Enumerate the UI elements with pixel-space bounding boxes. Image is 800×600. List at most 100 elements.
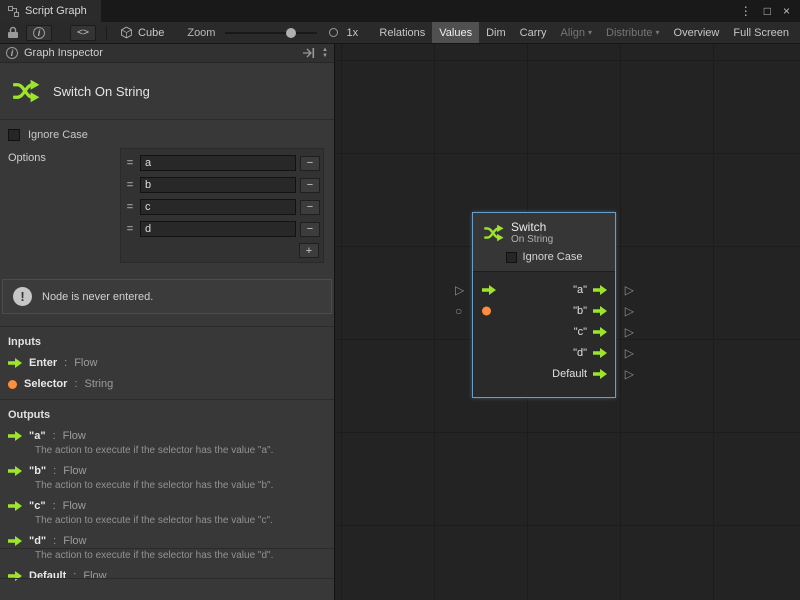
option-row: = − [124, 196, 320, 218]
node-ports: ▷ "a" ▷ ○ "b" ▷ [473, 271, 615, 397]
remove-option-button[interactable]: − [300, 178, 320, 193]
output-port-b[interactable]: "b" [573, 305, 607, 317]
drag-handle-icon[interactable]: = [124, 201, 136, 213]
info-icon: i [6, 47, 18, 59]
output-connector-default[interactable]: ▷ [625, 368, 634, 380]
script-graph-icon [8, 6, 19, 17]
node-ignore-case-label: Ignore Case [523, 251, 583, 263]
tab-label: Script Graph [25, 5, 87, 17]
graph-canvas[interactable]: Switch On String Ignore Case ▷ "a" ▷ [336, 44, 800, 600]
fullscreen-button[interactable]: Full Screen [726, 22, 796, 43]
output-entry-a: "a" : Flow [8, 430, 326, 442]
page-title: Switch On String [53, 84, 150, 99]
graph-inspector-title: Graph Inspector [24, 47, 103, 59]
node-ignore-case-checkbox[interactable] [506, 252, 517, 263]
values-button[interactable]: Values [432, 22, 479, 43]
zoom-value: 1x [346, 27, 358, 39]
ignore-case-row: Ignore Case [0, 120, 334, 143]
flow-input-connector[interactable]: ▷ [455, 284, 464, 296]
toolbar-button-group: Relations Values Dim Carry Align ▾ Distr… [372, 22, 796, 43]
output-port-a[interactable]: "a" [573, 284, 607, 296]
flow-arrow-icon [8, 466, 22, 476]
selector-input-connector[interactable]: ○ [455, 305, 462, 317]
add-option-button[interactable]: + [299, 243, 319, 258]
outputs-heading: Outputs [8, 409, 326, 421]
flow-arrow-icon [8, 571, 22, 581]
overview-button[interactable]: Overview [667, 22, 727, 43]
drag-handle-icon[interactable]: = [124, 157, 136, 169]
panel-scroll-arrows[interactable]: ▲ ▼ [322, 47, 328, 59]
graph-target-breadcrumb[interactable]: Cube [117, 26, 167, 39]
info-icon: i [33, 27, 45, 39]
node-ignore-case-row: Ignore Case [473, 248, 615, 271]
flow-arrow-icon [8, 501, 22, 511]
option-input-b[interactable] [140, 177, 296, 193]
outputs-section: Outputs "a" : Flow The action to execute… [0, 399, 334, 591]
panel-divider [0, 578, 334, 579]
code-icon: <> [77, 27, 89, 38]
chevron-down-icon: ▾ [656, 28, 660, 37]
remove-option-button[interactable]: − [300, 200, 320, 215]
value-port-icon [8, 380, 17, 389]
selector-input-port[interactable] [482, 306, 491, 315]
window-menu-icon[interactable]: ⋮ [740, 4, 752, 18]
zoom-slider-track [225, 32, 317, 34]
input-entry-selector: Selector : String [8, 378, 326, 390]
tab-script-graph[interactable]: Script Graph [0, 0, 101, 22]
inputs-section: Inputs Enter : Flow Selector : String [0, 326, 334, 399]
zoom-slider[interactable] [225, 26, 317, 40]
cube-icon [120, 26, 133, 39]
align-button[interactable]: Align ▾ [554, 22, 599, 43]
output-connector-b[interactable]: ▷ [625, 305, 634, 317]
window-close-icon[interactable]: × [783, 4, 790, 18]
remove-option-button[interactable]: − [300, 222, 320, 237]
node-subtitle: On String [511, 234, 553, 246]
panel-divider [0, 548, 334, 549]
zoom-label: Zoom [187, 27, 215, 39]
dock-panel-icon[interactable] [303, 48, 315, 58]
window-maximize-icon[interactable]: □ [764, 4, 771, 18]
node-title: Switch [511, 220, 553, 234]
switch-on-string-node[interactable]: Switch On String Ignore Case ▷ "a" ▷ [472, 212, 616, 398]
output-connector-c[interactable]: ▷ [625, 326, 634, 338]
output-entry-b: "b" : Flow [8, 465, 326, 477]
output-entry-c: "c" : Flow [8, 500, 326, 512]
chevron-down-icon: ▾ [588, 28, 592, 37]
output-port-default[interactable]: Default [552, 368, 607, 380]
output-port-d[interactable]: "d" [573, 347, 607, 359]
port-row-d: "d" ▷ [473, 342, 615, 363]
option-row: = − [124, 152, 320, 174]
warning-banner: ! Node is never entered. [2, 279, 332, 314]
window-tab-bar: Script Graph ⋮ □ × [0, 0, 800, 22]
remove-option-button[interactable]: − [300, 156, 320, 171]
port-row-b: ○ "b" ▷ [473, 300, 615, 321]
inspector-toggle-button[interactable]: i [26, 25, 52, 41]
warning-icon: ! [13, 287, 32, 306]
option-input-a[interactable] [140, 155, 296, 171]
option-input-d[interactable] [140, 221, 296, 237]
node-header[interactable]: Switch On String [473, 213, 615, 248]
drag-handle-icon[interactable]: = [124, 179, 136, 191]
relations-button[interactable]: Relations [372, 22, 432, 43]
output-port-c[interactable]: "c" [574, 326, 607, 338]
ignore-case-checkbox[interactable] [8, 129, 20, 141]
code-view-button[interactable]: <> [70, 25, 96, 41]
output-entry-d: "d" : Flow [8, 535, 326, 547]
distribute-button[interactable]: Distribute ▾ [599, 22, 666, 43]
flow-input-port[interactable] [482, 285, 496, 295]
carry-button[interactable]: Carry [513, 22, 554, 43]
zoom-reset-icon[interactable] [329, 28, 338, 37]
port-row-a: ▷ "a" ▷ [473, 279, 615, 300]
flow-arrow-icon [8, 358, 22, 368]
drag-handle-icon[interactable]: = [124, 223, 136, 235]
option-input-c[interactable] [140, 199, 296, 215]
port-row-default: Default ▷ [473, 363, 615, 384]
output-connector-d[interactable]: ▷ [625, 347, 634, 359]
output-description: The action to execute if the selector ha… [35, 550, 326, 561]
zoom-slider-handle[interactable] [286, 28, 296, 38]
output-description: The action to execute if the selector ha… [35, 445, 326, 456]
dim-button[interactable]: Dim [479, 22, 513, 43]
warning-text: Node is never entered. [42, 291, 153, 303]
output-connector-a[interactable]: ▷ [625, 284, 634, 296]
lock-icon[interactable] [4, 26, 22, 39]
